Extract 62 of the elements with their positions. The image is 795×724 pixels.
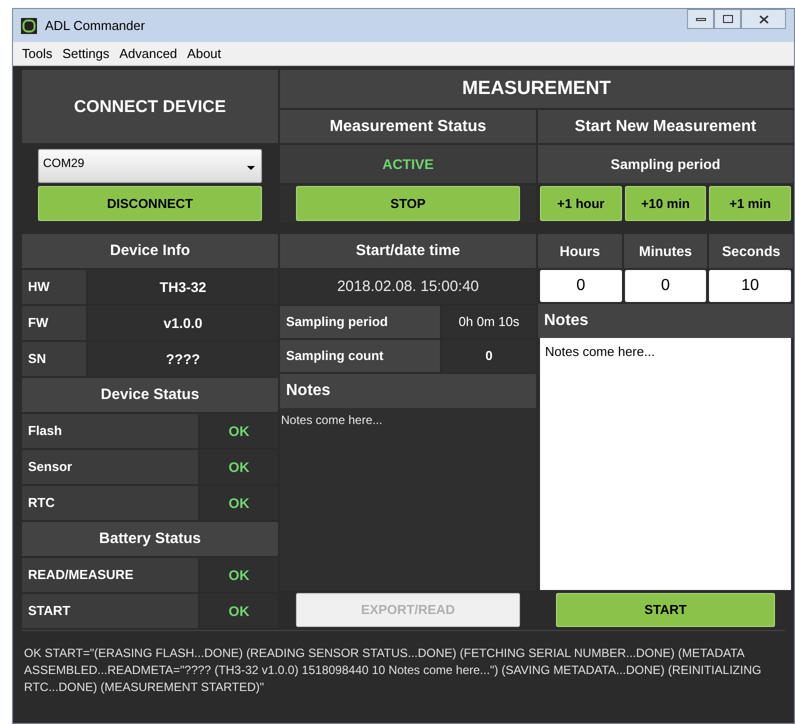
row-label: Sensor bbox=[22, 450, 198, 484]
start-date-time: 2018.02.08. 15:00:40 bbox=[280, 270, 536, 304]
column-heading: Minutes bbox=[624, 234, 708, 268]
maximize-icon bbox=[722, 15, 732, 23]
status-value: OK bbox=[200, 486, 278, 520]
increment-button[interactable]: +1 min bbox=[709, 186, 791, 221]
column-heading: Sampling period bbox=[538, 145, 793, 183]
start-button[interactable]: START bbox=[556, 593, 775, 627]
status-value: OK bbox=[200, 414, 278, 448]
close-icon bbox=[758, 14, 768, 24]
maximize-button[interactable] bbox=[714, 9, 741, 29]
port-dropdown[interactable]: COM29 bbox=[38, 149, 262, 183]
row-label: START bbox=[22, 594, 198, 628]
row-label: SN bbox=[22, 342, 86, 376]
info-value: 0h 0m 10s bbox=[442, 306, 536, 338]
row-label: RTC bbox=[22, 486, 198, 520]
minimize-button[interactable] bbox=[687, 9, 714, 29]
panel-heading: Device Status bbox=[22, 378, 278, 412]
section-heading: MEASUREMENT bbox=[280, 70, 793, 108]
panel-heading: Notes bbox=[538, 304, 793, 338]
disconnect-button[interactable]: DISCONNECT bbox=[38, 186, 262, 221]
column-heading: Start New Measurement bbox=[538, 110, 793, 143]
time-input[interactable]: 10 bbox=[709, 270, 791, 302]
info-value: ???? bbox=[88, 342, 278, 376]
dropdown-caret-icon bbox=[247, 166, 255, 170]
status-value: OK bbox=[200, 594, 278, 628]
measurement-status: ACTIVE bbox=[280, 145, 536, 183]
notes-input[interactable]: Notes come here... bbox=[540, 338, 791, 590]
column-heading: Measurement Status bbox=[280, 110, 536, 143]
info-value: TH3-32 bbox=[88, 270, 278, 304]
info-value: 0 bbox=[442, 340, 536, 372]
time-input[interactable]: 0 bbox=[540, 270, 622, 302]
row-label: READ/MEASURE bbox=[22, 558, 198, 592]
column-heading: Seconds bbox=[709, 234, 793, 268]
row-label: Sampling period bbox=[280, 306, 440, 338]
menu-item[interactable]: About bbox=[182, 44, 226, 64]
panel-heading: Notes bbox=[280, 374, 536, 408]
column-heading: Hours bbox=[538, 234, 622, 268]
status-value: OK bbox=[200, 558, 278, 592]
menu-item[interactable]: Settings bbox=[57, 44, 114, 64]
time-input[interactable]: 0 bbox=[624, 270, 706, 302]
log-output: OK START="(ERASING FLASH...DONE) (READING SENSOR STATUS...DONE) (FETCHING SERIAL NUMBER...DONE) (METADATA ASSEMBLED...READMETA="???? (TH3-32 v1.0.0) 1518098440 10 Notes come here...") (SAVING METADATA...DONE) (REINITIALIZING RTC...DONE) (MEASUREMENT STARTED)" bbox=[22, 630, 785, 721]
row-label: Sampling count bbox=[280, 340, 440, 372]
panel-heading: Start/date time bbox=[280, 234, 536, 268]
stop-button[interactable]: STOP bbox=[296, 186, 520, 221]
window-title: ADL Commander bbox=[45, 16, 145, 35]
row-label: Flash bbox=[22, 414, 198, 448]
info-value: v1.0.0 bbox=[88, 306, 278, 340]
increment-button[interactable]: +10 min bbox=[624, 186, 706, 221]
status-value: OK bbox=[200, 450, 278, 484]
panel-heading: Device Info bbox=[22, 234, 278, 268]
notes-text: Notes come here... bbox=[280, 413, 382, 427]
menu-item[interactable]: Advanced bbox=[114, 44, 182, 64]
minimize-icon bbox=[696, 18, 706, 20]
panel-heading: Battery Status bbox=[22, 522, 278, 556]
menu-item[interactable]: Tools bbox=[17, 44, 58, 64]
app-logo-icon bbox=[21, 18, 37, 34]
increment-button[interactable]: +1 hour bbox=[540, 186, 622, 221]
row-label: FW bbox=[22, 306, 86, 340]
section-heading: CONNECT DEVICE bbox=[22, 70, 278, 143]
close-button[interactable] bbox=[741, 9, 786, 29]
row-label: HW bbox=[22, 270, 86, 304]
